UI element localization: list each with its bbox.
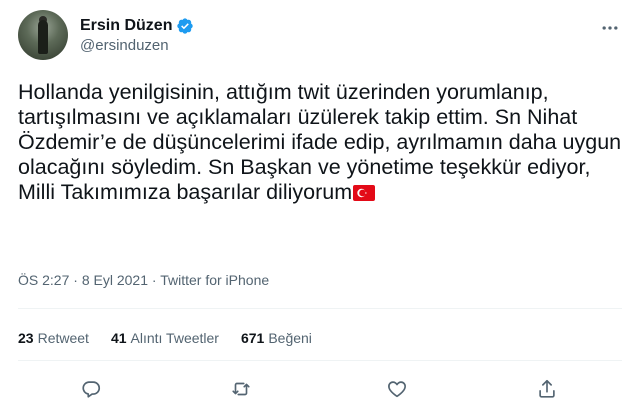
avatar[interactable] (18, 10, 68, 60)
tweet-card: Ersin Düzen @ersinduzen Hollanda yenilgi… (0, 0, 640, 419)
retweets-label: Retweet (37, 330, 89, 346)
display-name[interactable]: Ersin Düzen (80, 17, 172, 35)
tweet-stats: 23 Retweet 41 Alıntı Tweetler 671 Beğeni (18, 330, 334, 346)
divider (18, 308, 622, 309)
quotes-stat[interactable]: 41 Alıntı Tweetler (111, 330, 219, 346)
share-icon[interactable] (532, 374, 562, 404)
meta-separator: · (151, 272, 157, 288)
retweet-icon[interactable] (226, 374, 256, 404)
tweet-text: Hollanda yenilgisinin, attığım twit üzer… (18, 80, 628, 205)
tweet-meta: ÖS 2:27 · 8 Eyl 2021 · Twitter for iPhon… (18, 272, 269, 288)
tweet-time[interactable]: ÖS 2:27 (18, 272, 69, 288)
quotes-count: 41 (110, 330, 127, 346)
retweets-stat[interactable]: 23 Retweet (18, 330, 89, 346)
turkish-flag-icon (353, 185, 376, 201)
meta-separator: · (73, 272, 78, 288)
user-handle[interactable]: @ersinduzen (80, 37, 194, 54)
like-icon[interactable] (382, 374, 412, 404)
retweets-count: 23 (18, 330, 34, 346)
tweet-body: Hollanda yenilgisinin, attığım twit üzer… (18, 80, 628, 204)
more-icon[interactable] (598, 18, 622, 38)
verified-icon (176, 17, 194, 35)
tweet-date[interactable]: 8 Eyl 2021 (82, 272, 148, 288)
quotes-label: Alıntı Tweetler (130, 330, 219, 346)
likes-count: 671 (240, 330, 265, 346)
tweet-actions (0, 374, 640, 404)
tweet-source[interactable]: Twitter for iPhone (160, 272, 269, 288)
reply-icon[interactable] (76, 374, 106, 404)
tweet-header: Ersin Düzen @ersinduzen (18, 8, 622, 62)
user-names: Ersin Düzen @ersinduzen (80, 17, 194, 54)
likes-label: Beğeni (268, 330, 312, 346)
likes-stat[interactable]: 671 Beğeni (241, 330, 312, 346)
divider (18, 360, 622, 361)
